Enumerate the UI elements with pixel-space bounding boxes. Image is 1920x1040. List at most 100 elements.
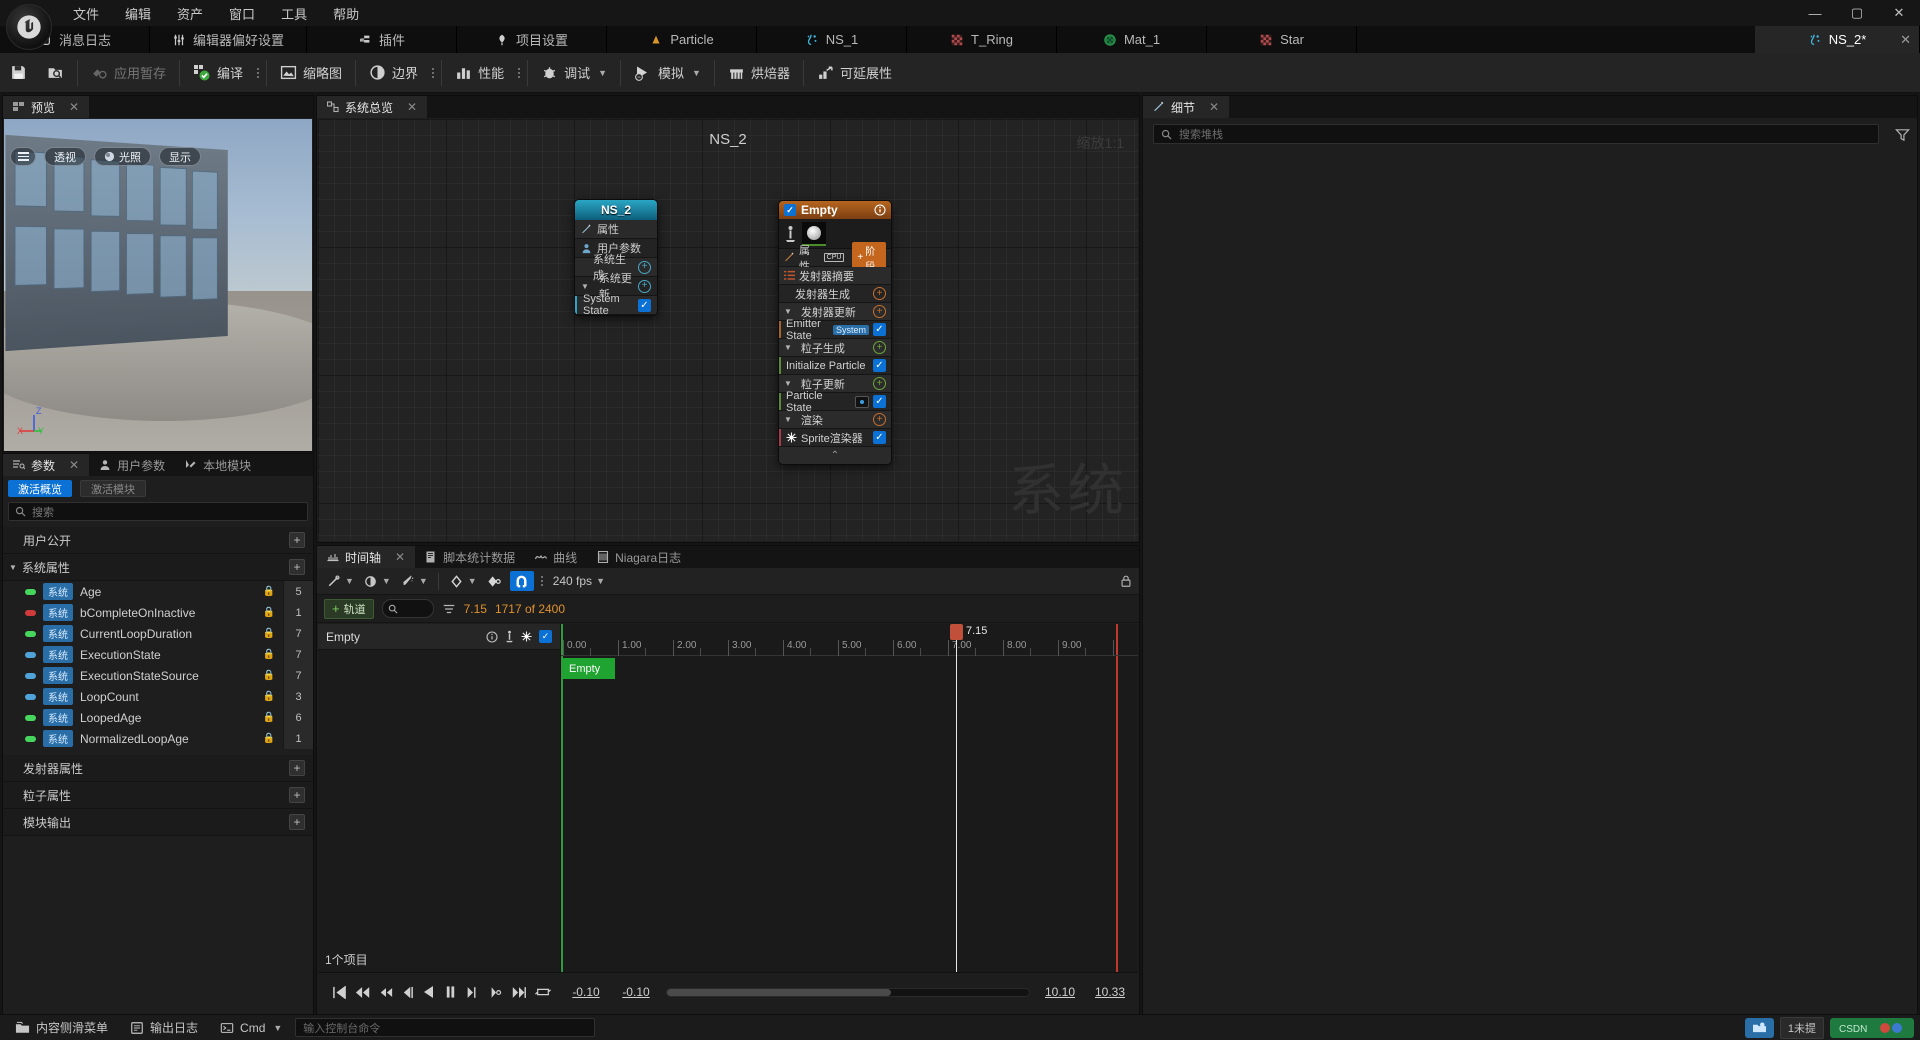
- bounds-options-button[interactable]: [428, 67, 438, 78]
- source-control-chip[interactable]: [1744, 1017, 1774, 1038]
- add-system-update-module-button[interactable]: +: [638, 279, 651, 293]
- viewport-show-button[interactable]: 显示: [159, 147, 201, 166]
- apply-staged-button[interactable]: 应用暂存: [81, 53, 176, 93]
- add-user-exposed-button[interactable]: +: [289, 532, 305, 548]
- timeline-playhead-handle[interactable]: [950, 624, 963, 640]
- tab-t-ring[interactable]: T_Ring: [907, 26, 1058, 53]
- scrollbar-thumb[interactable]: [667, 988, 892, 996]
- timeline-clip-empty[interactable]: Empty: [563, 658, 615, 679]
- tab-project-settings[interactable]: 项目设置: [457, 26, 608, 53]
- close-icon[interactable]: ✕: [69, 458, 79, 472]
- timeline-ruler[interactable]: 0.00 1.00 2.00 3.00 4.00 5.00 6.00 7.00 …: [561, 640, 1138, 656]
- cmd-selector[interactable]: Cmd ▼: [211, 1017, 291, 1039]
- previous-key-button[interactable]: [355, 986, 371, 999]
- parameter-row-executionstate[interactable]: 系统 ExecutionState 🔒 7: [3, 644, 313, 665]
- close-window-button[interactable]: ✕: [1878, 0, 1920, 26]
- emitter-enabled-checkbox[interactable]: ✓: [784, 204, 796, 216]
- step-back-button[interactable]: [379, 986, 393, 999]
- tab-system-overview[interactable]: 系统总览 ✕: [317, 96, 428, 118]
- details-search-input[interactable]: 搜索堆栈: [1153, 124, 1879, 144]
- menu-item-assets[interactable]: 资产: [164, 1, 216, 26]
- compile-button[interactable]: 编译: [183, 53, 253, 93]
- timeline-actions-button[interactable]: ▼: [397, 571, 431, 591]
- previous-frame-button[interactable]: [401, 986, 414, 999]
- scrub-view-start[interactable]: -0.10: [616, 985, 656, 999]
- filter-icon[interactable]: [1891, 124, 1913, 144]
- timeline-search-input[interactable]: [381, 599, 434, 618]
- timeline-scrollbar[interactable]: [666, 987, 1030, 997]
- parameter-row-loopcount[interactable]: 系统 LoopCount 🔒 3: [3, 686, 313, 707]
- tab-particle[interactable]: Particle: [607, 26, 758, 53]
- sprite-icon[interactable]: [521, 631, 532, 642]
- tab-curves[interactable]: 曲线: [525, 546, 588, 568]
- timeline-snap-options-button[interactable]: [537, 576, 547, 586]
- pill-activation-overview[interactable]: 激活概览: [8, 480, 72, 497]
- thumbnail-button[interactable]: 缩略图: [270, 53, 352, 93]
- tab-preview[interactable]: 预览 ✕: [3, 96, 90, 118]
- system-node-row-properties[interactable]: 属性: [575, 220, 657, 239]
- tab-local-modules[interactable]: 本地模块: [175, 454, 262, 476]
- loop-button[interactable]: [535, 985, 551, 999]
- timeline-snap-toggle[interactable]: [509, 571, 534, 591]
- output-log-button[interactable]: 输出日志: [121, 1017, 207, 1039]
- scrub-view-end[interactable]: 10.10: [1040, 985, 1080, 999]
- section-emitter-attributes[interactable]: 发射器属性 +: [3, 755, 313, 782]
- viewport-menu-button[interactable]: [10, 147, 36, 166]
- menu-item-edit[interactable]: 编辑: [112, 1, 164, 26]
- tab-details[interactable]: 细节 ✕: [1143, 96, 1230, 118]
- content-drawer-button[interactable]: 内容侧滑菜单: [6, 1017, 117, 1039]
- jump-to-end-button[interactable]: [511, 986, 527, 999]
- parameter-row-age[interactable]: 系统 Age 🔒 5: [3, 581, 313, 602]
- timeline-filter-icon[interactable]: [442, 602, 456, 616]
- tab-star[interactable]: Star: [1207, 26, 1358, 53]
- tab-ns-2[interactable]: NS_2* ✕: [1755, 26, 1920, 53]
- jump-to-start-button[interactable]: [332, 985, 347, 999]
- add-emitter-update-module-button[interactable]: +: [873, 305, 886, 318]
- simulate-button[interactable]: ∞ 模拟 ▼: [624, 53, 711, 93]
- performance-options-button[interactable]: [514, 67, 524, 78]
- parameters-search-input[interactable]: 搜索: [8, 502, 308, 521]
- add-system-attribute-button[interactable]: +: [289, 559, 305, 575]
- tab-plugins[interactable]: 插件: [307, 26, 458, 53]
- close-icon[interactable]: ✕: [1900, 32, 1911, 48]
- minimize-button[interactable]: —: [1794, 0, 1836, 26]
- system-node-row-system-state[interactable]: System State ✓: [575, 293, 657, 315]
- system-node[interactable]: NS_2 属性 用户参数 系统生成 + ▼ 系统更新 + System Stat…: [574, 199, 658, 316]
- info-icon[interactable]: [486, 630, 498, 643]
- emitter-stack-icon[interactable]: [785, 225, 796, 243]
- emitter-row-particle-spawn[interactable]: ▼ 粒子生成 +: [779, 339, 891, 357]
- tab-script-stats[interactable]: 脚本统计数据: [415, 546, 526, 568]
- emitter-stack-icon[interactable]: [505, 630, 514, 643]
- menu-item-window[interactable]: 窗口: [216, 1, 268, 26]
- timeline-settings-button[interactable]: ▼: [323, 571, 357, 591]
- timeline-track-row-empty[interactable]: Empty ✓: [318, 624, 560, 650]
- sprite-renderer-enabled-checkbox[interactable]: ✓: [873, 431, 886, 444]
- emitter-node-empty[interactable]: ✓ Empty 属性 CPU: [778, 200, 892, 465]
- emitter-collapse-button[interactable]: ⌃: [779, 447, 891, 464]
- emitter-row-particle-state[interactable]: Particle State ✓: [779, 390, 891, 414]
- system-state-enabled-checkbox[interactable]: ✓: [638, 298, 651, 312]
- performance-button[interactable]: 性能: [445, 53, 514, 93]
- browse-button[interactable]: [37, 53, 74, 93]
- parameter-row-executionstatesource[interactable]: 系统 ExecutionStateSource 🔒 7: [3, 665, 313, 686]
- add-module-output-button[interactable]: +: [289, 814, 305, 830]
- add-track-button[interactable]: + 轨道: [324, 598, 374, 619]
- viewport-lit-button[interactable]: 光照: [94, 147, 151, 166]
- scrub-range-start[interactable]: -0.10: [566, 985, 606, 999]
- parameter-row-currentloopduration[interactable]: 系统 CurrentLoopDuration 🔒 7: [3, 623, 313, 644]
- section-system-attributes[interactable]: ▼ 系统属性 +: [3, 554, 313, 581]
- timeline-fps-selector[interactable]: 240 fps ▼: [550, 571, 608, 591]
- viewport-perspective-button[interactable]: 透视: [44, 147, 86, 166]
- bounds-button[interactable]: 边界: [359, 53, 428, 93]
- emitter-row-emitter-spawn[interactable]: 发射器生成 +: [779, 285, 891, 303]
- menu-item-file[interactable]: 文件: [60, 1, 112, 26]
- close-icon[interactable]: ✕: [1209, 100, 1219, 114]
- particle-state-enabled-checkbox[interactable]: ✓: [873, 395, 886, 408]
- lock-icon[interactable]: [1119, 574, 1133, 588]
- timeline-keyframe-button[interactable]: ▼: [446, 571, 480, 591]
- tab-timeline[interactable]: 时间轴 ✕: [317, 546, 416, 568]
- emitter-row-render[interactable]: ▼ 渲染 +: [779, 411, 891, 429]
- section-user-exposed[interactable]: 用户公开 +: [3, 527, 313, 554]
- parameter-row-bcompleteoninactive[interactable]: 系统 bCompleteOnInactive 🔒 1: [3, 602, 313, 623]
- close-icon[interactable]: ✕: [407, 100, 417, 114]
